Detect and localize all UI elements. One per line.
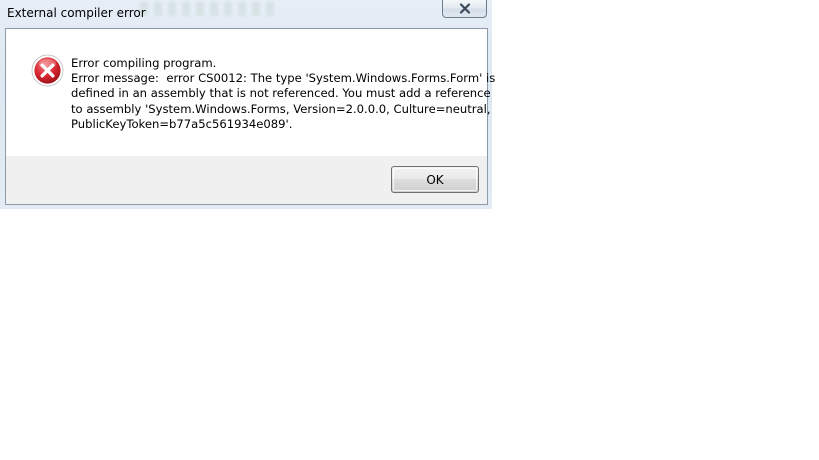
ok-button[interactable]: OK [391,166,479,193]
button-bar: OK [6,156,487,204]
error-icon [31,54,64,87]
title-bar[interactable]: External compiler error [0,0,492,27]
error-message: Error compiling program. Error message: … [71,56,496,132]
message-line: to assembly 'System.Windows.Forms, Versi… [71,101,491,116]
message-line: Error compiling program. [71,56,217,70]
window-title: External compiler error [7,6,146,20]
dialog-client-area: Error compiling program. Error message: … [5,28,496,205]
message-panel: Error compiling program. Error message: … [6,29,496,156]
screen: External compiler error Error compiling … [0,0,819,460]
message-line: Error message: error CS0012: The type 'S… [71,71,496,86]
message-line: defined in an assembly that is not refer… [71,86,491,101]
close-button[interactable] [442,0,487,18]
message-line: PublicKeyToken=b77a5c561934e089'. [71,116,293,131]
close-icon [459,3,470,14]
error-dialog: External compiler error Error compiling … [0,0,496,209]
